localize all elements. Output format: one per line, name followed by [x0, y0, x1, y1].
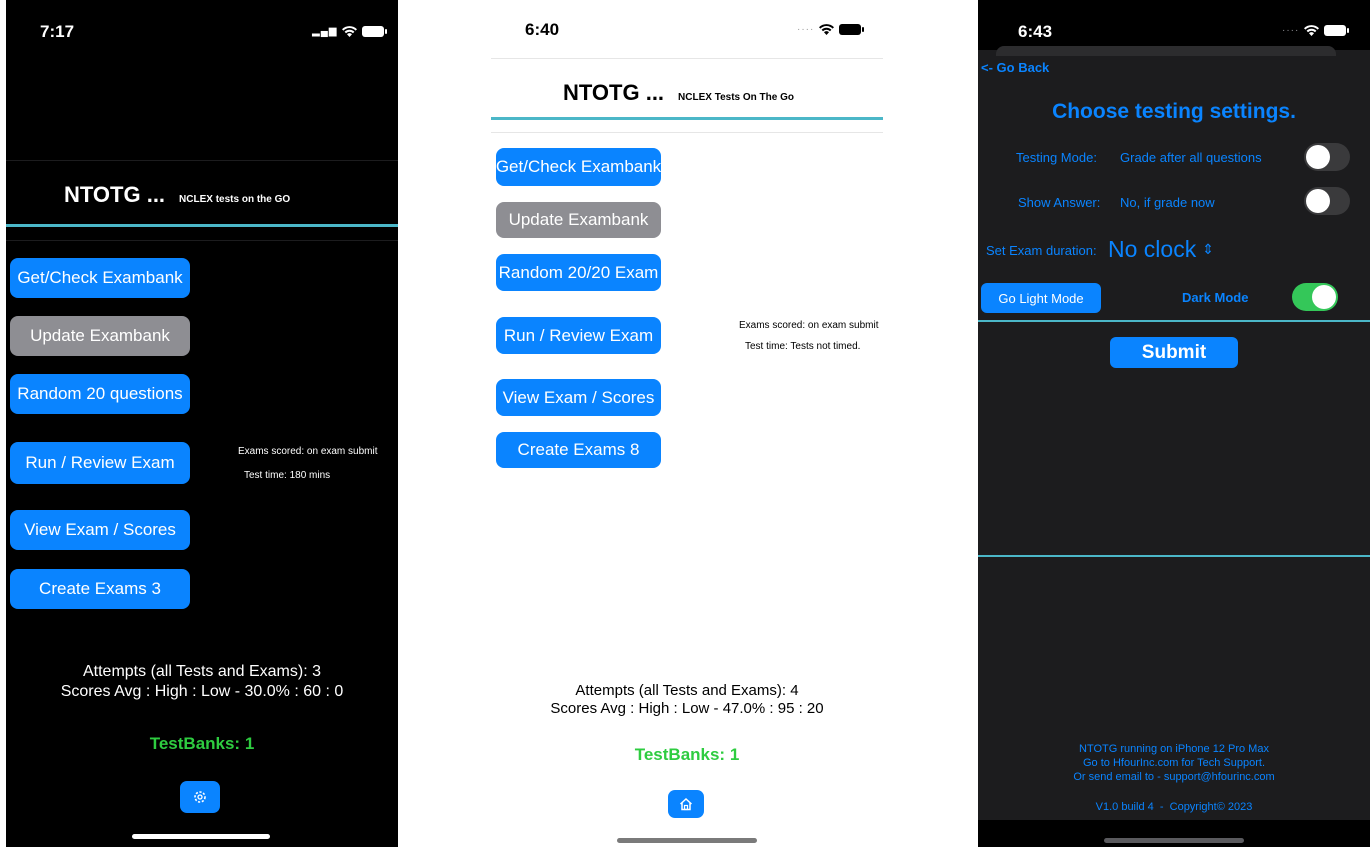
status-icons: ▂▄▆	[312, 26, 388, 37]
update-exambank-button[interactable]: Update Exambank	[496, 202, 661, 238]
exams-scored-info: Exams scored: on exam submit	[238, 446, 378, 457]
header-top-divider	[491, 58, 883, 59]
header-bottom-divider	[6, 240, 398, 241]
battery-icon	[1324, 25, 1350, 36]
show-answer-label: Show Answer:	[1018, 195, 1101, 210]
home-button[interactable]	[668, 790, 704, 818]
wifi-icon	[342, 26, 358, 37]
footer-support-email[interactable]: Or send email to - support@hfourinc.com	[978, 770, 1370, 784]
app-subtitle: NCLEX Tests On The Go	[678, 92, 794, 103]
status-time: 7:17	[40, 22, 75, 41]
header-divider	[491, 117, 883, 120]
header-bottom-divider	[491, 132, 883, 133]
view-exam-scores-button[interactable]: View Exam / Scores	[10, 510, 190, 550]
testbanks-count: TestBanks: 1	[149, 734, 255, 753]
attempts-text: Attempts (all Tests and Exams): 3	[82, 663, 321, 680]
screen-light-home: 6:40 ···· NTOTG ... NCLEX Tests On The G…	[491, 0, 883, 847]
exam-duration-label: Set Exam duration:	[986, 243, 1097, 258]
update-exambank-button[interactable]: Update Exambank	[10, 316, 190, 356]
app-title: NTOTG ...	[64, 182, 166, 207]
testing-mode-value: Grade after all questions	[1120, 150, 1262, 165]
random-exam-button[interactable]: Random 20/20 Exam	[496, 254, 661, 291]
header-top-divider	[6, 160, 398, 161]
signal-icon: ····	[1282, 25, 1300, 36]
battery-icon	[839, 24, 865, 35]
settings-button[interactable]	[180, 781, 220, 813]
toggle-knob	[1312, 285, 1336, 309]
dark-mode-toggle[interactable]	[1292, 283, 1338, 311]
home-indicator	[132, 834, 270, 839]
home-indicator	[1104, 838, 1244, 843]
chevron-up-down-icon: ⇕	[1202, 241, 1214, 257]
testing-mode-toggle[interactable]	[1304, 143, 1350, 171]
show-answer-value: No, if grade now	[1120, 195, 1215, 210]
show-answer-toggle[interactable]	[1304, 187, 1350, 215]
view-exam-scores-button[interactable]: View Exam / Scores	[496, 379, 661, 416]
battery-icon	[362, 26, 388, 37]
status-icons: ····	[1282, 25, 1350, 36]
toggle-knob	[1306, 189, 1330, 213]
header-divider	[6, 224, 398, 227]
run-review-exam-button[interactable]: Run / Review Exam	[10, 442, 190, 484]
create-exams-button[interactable]: Create Exams 3	[10, 569, 190, 609]
status-time: 6:43	[1018, 22, 1053, 41]
attempts-text: Attempts (all Tests and Exams): 4	[575, 682, 799, 699]
home-indicator	[617, 838, 757, 843]
test-time-info: Test time: 180 mins	[244, 470, 331, 481]
footer-device-info: NTOTG running on iPhone 12 Pro Max	[1079, 743, 1269, 755]
scores-text: Scores Avg : High : Low - 30.0% : 60 : 0	[60, 683, 344, 700]
go-back-button[interactable]: <- Go Back	[981, 60, 1049, 75]
random-questions-button[interactable]: Random 20 questions	[10, 374, 190, 414]
sheet-handle-edge	[996, 46, 1336, 56]
submit-button[interactable]: Submit	[1110, 337, 1238, 368]
testing-mode-label: Testing Mode:	[1016, 150, 1097, 165]
screen-settings: 6:43 ···· <- Go Back Choose testing sett…	[978, 0, 1370, 847]
settings-divider-top	[978, 320, 1370, 322]
signal-icon: ····	[797, 24, 815, 35]
test-time-info: Test time: Tests not timed.	[745, 341, 861, 352]
wifi-icon	[819, 24, 835, 35]
footer-version: V1.0 build 4 - Copyright© 2023	[1095, 801, 1253, 813]
app-header: NTOTG ... NCLEX Tests On The Go	[563, 80, 794, 106]
run-review-exam-button[interactable]: Run / Review Exam	[496, 317, 661, 354]
app-header: NTOTG ... NCLEX tests on the GO	[64, 182, 290, 208]
get-check-exambank-button[interactable]: Get/Check Exambank	[496, 148, 661, 186]
app-title: NTOTG ...	[563, 80, 665, 105]
settings-divider-bottom	[978, 555, 1370, 557]
testbanks-count: TestBanks: 1	[634, 745, 740, 764]
scores-text: Scores Avg : High : Low - 47.0% : 95 : 2…	[550, 700, 824, 717]
get-check-exambank-button[interactable]: Get/Check Exambank	[10, 258, 190, 298]
home-icon	[679, 797, 693, 811]
signal-icon: ▂▄▆	[312, 26, 338, 37]
dark-mode-label: Dark Mode	[1182, 290, 1249, 305]
toggle-knob	[1306, 145, 1330, 169]
status-icons: ····	[797, 24, 865, 35]
exams-scored-info: Exams scored: on exam submit	[739, 320, 879, 331]
footer-support-link[interactable]: Go to HfourInc.com for Tech Support.	[978, 756, 1370, 770]
create-exams-button[interactable]: Create Exams 8	[496, 432, 661, 468]
go-light-mode-button[interactable]: Go Light Mode	[981, 283, 1101, 313]
gear-icon	[194, 791, 206, 803]
status-time: 6:40	[525, 20, 560, 39]
screen-dark-home: 7:17 ▂▄▆ NTOTG ... NCLEX tests on the GO…	[6, 0, 398, 847]
exam-duration-value: No clock	[1108, 236, 1197, 262]
settings-title: Choose testing settings.	[1052, 100, 1296, 123]
app-subtitle: NCLEX tests on the GO	[179, 194, 291, 205]
wifi-icon	[1304, 25, 1320, 36]
exam-duration-picker[interactable]: No clock ⇕	[1108, 236, 1214, 263]
